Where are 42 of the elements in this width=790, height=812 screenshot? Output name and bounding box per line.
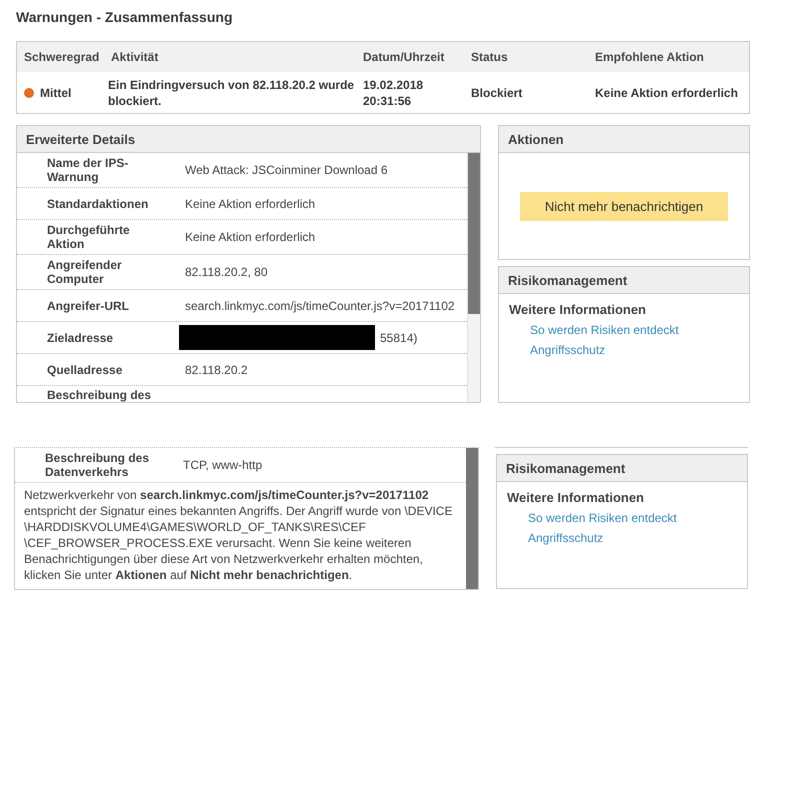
detail-value: Keine Aktion erforderlich — [185, 196, 316, 210]
section-subtitle: Weitere Informationen — [509, 301, 648, 319]
detail-value: 82.118.20.2, 80 — [185, 265, 268, 279]
status-text: Blockiert — [471, 86, 522, 100]
detail-label: Quelladresse — [47, 362, 124, 376]
page-title: Warnungen - Zusammenfassung — [16, 9, 233, 25]
column-header: Status — [471, 49, 509, 65]
activity-text: Ein Eindringversuch von 82.118.20.2 wurde blockiert. — [108, 78, 354, 108]
detail-label: Beschreibung des Datenverkehrs — [45, 451, 150, 479]
detail-label: Angreifer-URL — [47, 298, 130, 312]
info-link[interactable]: Angriffsschutz — [528, 531, 604, 545]
column-header: Empfohlene Aktion — [595, 49, 705, 65]
detail-value: 82.118.20.2 — [185, 362, 248, 376]
detail-label: Angreifender Computer — [47, 258, 123, 286]
section-subtitle: Weitere Informationen — [507, 489, 646, 507]
detail-value: 55814) — [380, 330, 418, 344]
recommended-action-text: Keine Aktion erforderlich — [595, 86, 738, 100]
column-header: Aktivität — [111, 49, 160, 65]
info-link[interactable]: Angriffsschutz — [530, 343, 606, 357]
detail-value: TCP, www-http — [183, 458, 262, 472]
detail-label: Name der IPS-Warnung — [47, 156, 130, 184]
column-header: Datum/Uhrzeit — [363, 49, 446, 65]
panel-header: Aktionen — [499, 126, 749, 153]
panel-header: Erweiterte Details — [17, 126, 480, 153]
datetime-text: 19.02.2018 20:31:56 — [363, 76, 424, 108]
description-paragraph: Netzwerkverkehr von search.linkmyc.com/js/timeCounter.js?v=20171102 entspricht der Signatur eines bekannten Angriffs. Der Angriff wurde von \DEVICE \HARDDISKVOLUME4\GAMES\WORLD_OF_TANKS\RES\CEF \CEF_BROWSER_PROCESS.EXE verursacht. Wenn Sie keine weiteren Benachrichtigungen über diese Art von Netzwerkverkehr erhalten möchten, klicken Sie unter Aktionen auf Nicht mehr benachrichtigen. — [23, 487, 454, 584]
scrollbar-thumb[interactable] — [468, 153, 480, 314]
detail-value: Keine Aktion erforderlich — [185, 230, 316, 244]
detail-label: Zieladresse — [47, 330, 114, 344]
info-link[interactable]: So werden Risiken entdeckt — [530, 323, 679, 337]
info-link[interactable]: So werden Risiken entdeckt — [528, 511, 677, 525]
column-header: Schweregrad — [24, 49, 100, 65]
do-not-notify-button[interactable]: Nicht mehr benachrichtigen — [520, 192, 728, 220]
severity-text: Mittel — [40, 84, 72, 100]
detail-value: search.linkmyc.com/js/timeCounter.js?v=20171102 — [185, 298, 455, 312]
scrollbar-thumb[interactable] — [466, 448, 478, 589]
detail-label: Standardaktionen — [47, 196, 150, 210]
detail-label: Durchgeführte Aktion — [47, 223, 131, 251]
panel-header: Risikomanagement — [499, 267, 749, 294]
panel-header: Risikomanagement — [497, 455, 747, 482]
detail-label: Beschreibung des — [47, 388, 152, 402]
detail-value: Web Attack: JSCoinminer Download 6 — [185, 163, 388, 177]
